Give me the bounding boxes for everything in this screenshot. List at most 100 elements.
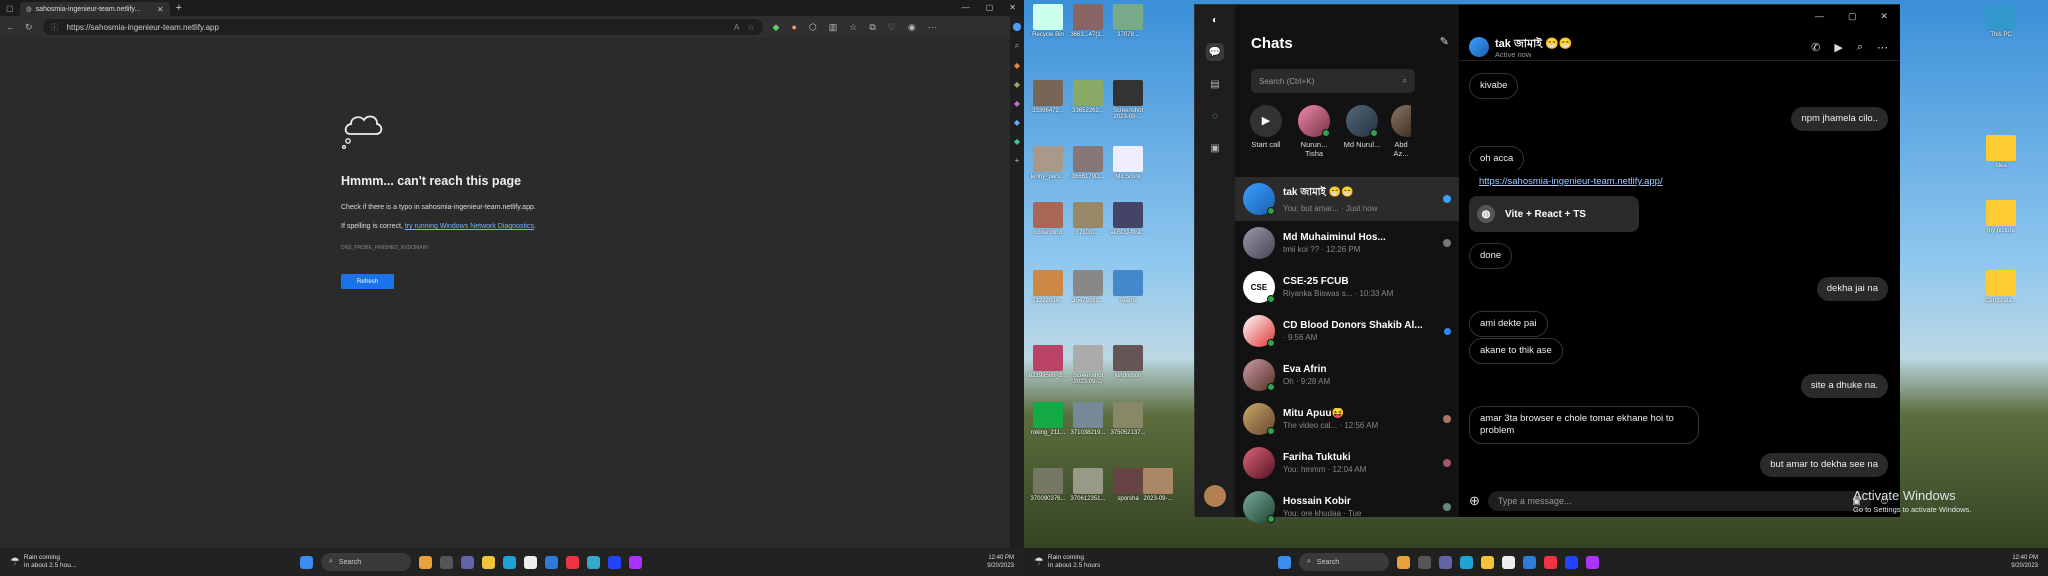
- messenger-icon[interactable]: [1586, 555, 1599, 569]
- active-contact[interactable]: Abd Az...: [1391, 105, 1411, 158]
- store-icon[interactable]: [1502, 555, 1515, 569]
- chrome-icon[interactable]: [566, 555, 579, 569]
- marketplace-icon[interactable]: ▤: [1206, 75, 1224, 93]
- chat-item[interactable]: tak জামাই 😁😁 You: but amar... · Just now: [1235, 177, 1459, 221]
- search-icon[interactable]: ⌕: [1015, 41, 1019, 51]
- app-icon[interactable]: [608, 555, 621, 569]
- phone-icon[interactable]: ✆: [1811, 41, 1820, 54]
- close-tab-icon[interactable]: ✕: [157, 5, 164, 14]
- browser-tab[interactable]: ◍ sahosmia-ingenieur-team.netlify... ✕: [19, 2, 170, 16]
- desktop-icon[interactable]: Teams: [1106, 270, 1150, 304]
- reload-icon[interactable]: ↻: [25, 22, 33, 33]
- task-view-icon[interactable]: [440, 555, 453, 569]
- desktop-icon[interactable]: lenny_pers...: [1026, 146, 1070, 180]
- chrome-icon[interactable]: [1544, 555, 1557, 569]
- start-call-item[interactable]: ▶ Start call: [1247, 105, 1285, 158]
- message-link[interactable]: https://sahosmia-ingenieur-team.netlify.…: [1479, 176, 1663, 187]
- chats-icon[interactable]: 💬: [1206, 43, 1224, 61]
- edge-icon[interactable]: [1460, 555, 1473, 569]
- maximize-button[interactable]: ▢: [1848, 11, 1857, 22]
- add-attachment-icon[interactable]: ⊕: [1469, 493, 1480, 509]
- messenger-icon[interactable]: [629, 555, 642, 569]
- desktop-icon[interactable]: 71222834...: [1026, 270, 1070, 304]
- refresh-button[interactable]: Refresh: [341, 274, 394, 289]
- vscode-icon[interactable]: [1523, 555, 1536, 569]
- new-tab-button[interactable]: +: [176, 2, 182, 14]
- network-diagnostics-link[interactable]: try running Windows Network Diagnostics: [405, 223, 534, 230]
- shopping-icon[interactable]: ◆: [1014, 61, 1020, 70]
- desktop-icon[interactable]: Recycle Bin: [1026, 4, 1070, 38]
- desktop-icon[interactable]: This PC: [1979, 4, 2023, 38]
- vscode-icon[interactable]: [545, 555, 558, 569]
- chat-item[interactable]: Eva Afrin Oh · 9:28 AM: [1235, 353, 1459, 397]
- archive-icon[interactable]: ▣: [1206, 139, 1224, 157]
- collections-icon[interactable]: ⧉: [869, 22, 875, 33]
- desktop-icon[interactable]: jundorbon: [1106, 345, 1150, 379]
- desktop-icon[interactable]: codenbind: [1026, 202, 1070, 236]
- contact-avatar[interactable]: [1469, 37, 1489, 57]
- taskbar-search[interactable]: ⌕ Search: [321, 553, 411, 571]
- desktop-icon[interactable]: 370090376...: [1026, 468, 1070, 502]
- close-button[interactable]: ✕: [1880, 11, 1888, 22]
- outlook-icon[interactable]: ◆: [1014, 137, 1020, 146]
- address-bar[interactable]: ⓘ https://sahosmia-ingenieur-team.netlif…: [42, 19, 763, 35]
- active-contact[interactable]: Md Nurul...: [1343, 105, 1381, 158]
- desktop-icon[interactable]: roking_211...: [1026, 402, 1070, 436]
- desktop-icon[interactable]: al-BOJ-ffira...: [1106, 202, 1150, 236]
- info-icon[interactable]: ⓘ: [51, 22, 59, 33]
- browser-essentials-icon[interactable]: ♡: [888, 22, 896, 33]
- minimize-button[interactable]: —: [962, 0, 970, 16]
- chat-item[interactable]: CD Blood Donors Shakib Al... · 9:56 AM: [1235, 309, 1459, 353]
- desktop-icon[interactable]: 35479289...: [1066, 270, 1110, 304]
- app-icon[interactable]: [587, 555, 600, 569]
- widgets-icon[interactable]: [419, 555, 432, 569]
- task-view-icon[interactable]: [1418, 555, 1431, 569]
- desktop-icon[interactable]: Screenshot 2023-09-...: [1066, 345, 1110, 385]
- desktop-icon[interactable]: 370612351...: [1066, 468, 1110, 502]
- profile-icon[interactable]: ◉: [908, 22, 916, 33]
- tools-icon[interactable]: ◆: [1014, 80, 1020, 89]
- favorite-icon[interactable]: ☆: [747, 23, 754, 32]
- message-input[interactable]: Type a message... ▣: [1487, 491, 1871, 511]
- games-icon[interactable]: ◆: [1014, 99, 1020, 108]
- file-explorer-icon[interactable]: [1481, 555, 1494, 569]
- desktop-icon[interactable]: 2023-09-...: [1136, 468, 1180, 502]
- chat-item[interactable]: Mitu Apuu😝 The video cal... · 12:56 AM: [1235, 397, 1459, 441]
- teams-icon[interactable]: [1439, 555, 1452, 569]
- desktop-icon[interactable]: idea: [1979, 135, 2023, 169]
- desktop-icon[interactable]: 37078...: [1106, 4, 1150, 38]
- extensions-icon[interactable]: ⬡: [809, 22, 817, 33]
- desktop-icon[interactable]: my picture: [1979, 200, 2023, 234]
- minimize-button[interactable]: —: [1815, 11, 1824, 22]
- file-explorer-icon[interactable]: [482, 555, 495, 569]
- chat-search-input[interactable]: Search (Ctrl+K) ⌕: [1251, 69, 1415, 93]
- office-icon[interactable]: ◆: [1014, 118, 1020, 127]
- desktop-icon[interactable]: Screenshot 2023-09-...: [1106, 80, 1150, 120]
- desktop-icon[interactable]: 3666179D...: [1066, 146, 1110, 180]
- chat-item[interactable]: Md Muhaiminul Hos... tmii koi ?? · 12:26 …: [1235, 221, 1459, 265]
- favorites-icon[interactable]: ☆: [849, 22, 857, 33]
- edge-icon[interactable]: [503, 555, 516, 569]
- requests-icon[interactable]: ◌: [1206, 107, 1224, 125]
- desktop-icon[interactable]: 33396472...: [1026, 80, 1070, 114]
- chat-item[interactable]: CSE CSE-25 FCUB Riyanka Biswas s... · 10:…: [1235, 265, 1459, 309]
- clock[interactable]: 12:40 PM 9/20/2023: [987, 554, 1024, 570]
- search-icon[interactable]: ⌕: [1857, 41, 1863, 54]
- desktop-icon[interactable]: 371031...: [1066, 202, 1110, 236]
- extension-icon[interactable]: ◆: [773, 22, 780, 33]
- read-aloud-icon[interactable]: A: [734, 23, 739, 32]
- clock[interactable]: 12:40 PM 9/20/2023: [2011, 554, 2048, 570]
- extension-icon[interactable]: ●: [791, 22, 796, 33]
- copilot-icon[interactable]: ⬤: [1013, 22, 1022, 31]
- desktop-icon[interactable]: 371038219...: [1066, 402, 1110, 436]
- app-icon[interactable]: [1565, 555, 1578, 569]
- video-call-icon[interactable]: ▶: [1834, 41, 1842, 54]
- profile-avatar[interactable]: [1204, 485, 1226, 507]
- active-contact[interactable]: Nurun... Tisha: [1295, 105, 1333, 158]
- chat-item[interactable]: Fariha Tuktuki You: hmmm · 12:04 AM: [1235, 441, 1459, 485]
- store-icon[interactable]: [524, 555, 537, 569]
- start-icon[interactable]: [300, 555, 313, 569]
- taskbar-search[interactable]: ⌕ Search: [1299, 553, 1389, 571]
- widgets-icon[interactable]: [1397, 555, 1410, 569]
- split-screen-icon[interactable]: ▥: [829, 22, 838, 33]
